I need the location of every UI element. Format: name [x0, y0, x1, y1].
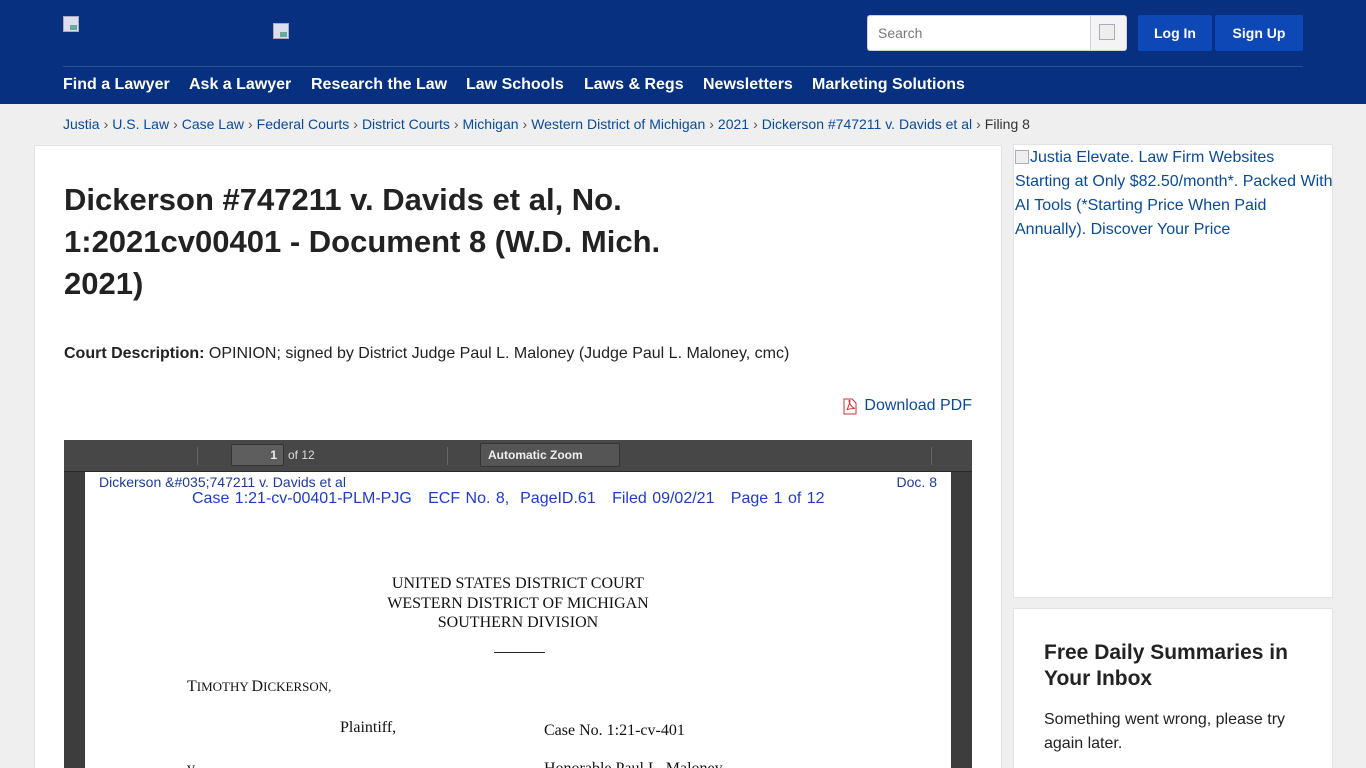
document-header-link[interactable]: Dickerson &#035;747211 v. Davids et al [99, 474, 346, 490]
court-name-line: UNITED STATES DISTRICT COURT [391, 575, 645, 592]
breadcrumb-link[interactable]: District Courts [362, 116, 450, 132]
breadcrumb-separator: › [103, 116, 109, 132]
toolbar-divider [931, 447, 932, 465]
plaintiff-last-initial: D [251, 678, 264, 695]
plaintiff-role: Plaintiff, [340, 719, 397, 736]
secondary-logo-icon[interactable] [273, 23, 289, 39]
newsletter-panel: Free Daily Summaries in Your Inbox Somet… [1013, 608, 1333, 768]
breadcrumb-link[interactable]: Western District of Michigan [531, 116, 705, 132]
breadcrumb-link[interactable]: Michigan [463, 116, 519, 132]
ad-alt-text[interactable]: Justia Elevate. Law Firm Websites Starti… [1015, 149, 1333, 238]
search-input[interactable] [868, 16, 1090, 50]
nav-find-a-lawyer[interactable]: Find a Lawyer [63, 76, 170, 94]
search-field[interactable] [867, 15, 1091, 51]
signup-button[interactable]: Sign Up [1215, 15, 1303, 51]
pdf-page: Dickerson &#035;747211 v. Davids et al D… [85, 472, 951, 768]
breadcrumb-separator: › [173, 116, 178, 132]
breadcrumb-current: Filing 8 [984, 116, 1030, 132]
download-pdf-label[interactable]: Download PDF [864, 397, 972, 415]
download-pdf-link[interactable]: Download PDF [842, 397, 972, 415]
breadcrumb-link[interactable]: Case Law [182, 116, 244, 132]
plaintiff-last-name: ICKERSON, [263, 679, 332, 694]
breadcrumb-separator: › [709, 116, 714, 132]
breadcrumb-link[interactable]: 2021 [718, 116, 749, 132]
versus-text: v. [187, 760, 198, 768]
page-number-input[interactable]: 1 [231, 444, 284, 466]
toolbar-divider [197, 447, 198, 465]
ad-link[interactable]: Justia Elevate. Law Firm Websites Starti… [1015, 146, 1333, 242]
main-nav: Find a Lawyer Ask a Lawyer Research the … [63, 66, 1303, 104]
toolbar-divider [447, 447, 448, 465]
court-description: Court Description: OPINION; signed by Di… [64, 345, 789, 363]
document-number-link[interactable]: Doc. 8 [897, 474, 937, 490]
document-panel: Dickerson #747211 v. Davids et al, No. 1… [34, 145, 1002, 768]
sidebar-ad[interactable]: Justia Elevate. Law Firm Websites Starti… [1013, 144, 1333, 598]
justia-logo-icon[interactable] [63, 16, 79, 32]
page-title: Dickerson #747211 v. Davids et al, No. 1… [64, 182, 661, 301]
page-count: of 12 [288, 448, 315, 462]
nav-marketing-solutions[interactable]: Marketing Solutions [812, 76, 965, 94]
nav-newsletters[interactable]: Newsletters [703, 76, 793, 94]
case-number: Case No. 1:21-cv-401 [544, 722, 685, 739]
case-stamp: Case 1:21-cv-00401-PLM-PJG ECF No. 8, Pa… [192, 490, 825, 507]
breadcrumb-separator: › [753, 116, 758, 132]
judge-name: Honorable Paul L. Maloney [544, 760, 723, 768]
newsletter-title: Free Daily Summaries in Your Inbox [1044, 641, 1288, 690]
breadcrumb-separator: › [453, 116, 459, 132]
pdf-viewer[interactable]: 1 of 12 Automatic Zoom Dickerson &#035;7… [64, 440, 972, 768]
newsletter-error-message: Something went wrong, please try again l… [1044, 711, 1286, 752]
login-button[interactable]: Log In [1138, 15, 1212, 51]
breadcrumb-separator: › [248, 116, 253, 132]
search-icon [1099, 24, 1115, 40]
plaintiff-first-name: IMOTHY [196, 679, 252, 694]
breadcrumb: Justia › U.S. Law › Case Law › Federal Courts ›… [63, 116, 1030, 132]
nav-laws-regs[interactable]: Laws & Regs [584, 76, 684, 94]
nav-research-the-law[interactable]: Research the Law [311, 76, 447, 94]
breadcrumb-separator: › [522, 116, 528, 132]
search-button[interactable] [1091, 15, 1127, 51]
court-division-line: SOUTHERN DIVISION [437, 614, 599, 631]
court-district-line: WESTERN DISTRICT OF MICHIGAN [387, 595, 649, 612]
divider-line [494, 652, 545, 653]
nav-law-schools[interactable]: Law Schools [466, 76, 564, 94]
site-header: Log In Sign Up Find a Lawyer Ask a Lawye… [0, 0, 1366, 104]
breadcrumb-separator: › [976, 116, 981, 132]
plaintiff-initial: T [187, 678, 197, 695]
breadcrumb-link[interactable]: Dickerson #747211 v. Davids et al [762, 116, 972, 132]
zoom-select[interactable]: Automatic Zoom [480, 443, 620, 467]
nav-ask-a-lawyer[interactable]: Ask a Lawyer [189, 76, 291, 94]
pdf-toolbar: 1 of 12 Automatic Zoom [64, 440, 972, 472]
breadcrumb-link[interactable]: U.S. Law [112, 116, 169, 132]
court-description-label: Court Description: [64, 345, 205, 362]
breadcrumb-separator: › [353, 116, 358, 132]
plaintiff-name: TIMOTHY DICKERSON, [187, 678, 331, 696]
broken-image-icon [1015, 150, 1029, 164]
breadcrumb-link[interactable]: Federal Courts [257, 116, 350, 132]
pdf-icon [843, 398, 857, 414]
court-description-text: OPINION; signed by District Judge Paul L… [208, 345, 790, 362]
breadcrumb-link[interactable]: Justia [63, 116, 100, 132]
